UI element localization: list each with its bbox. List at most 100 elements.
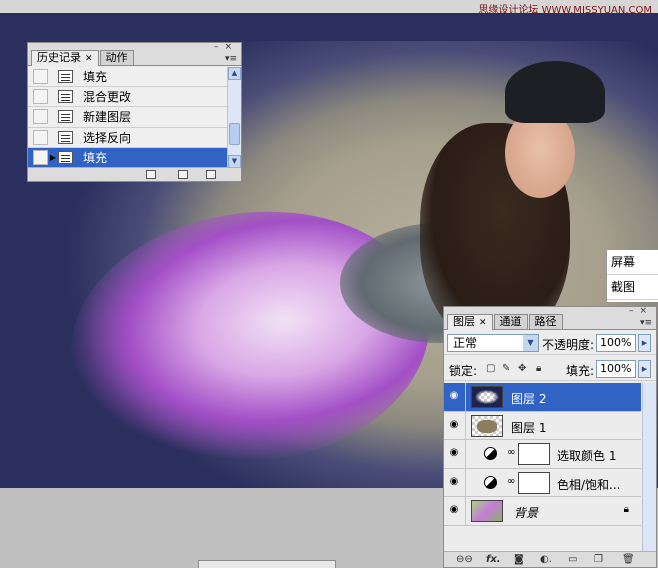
new-document-from-state-icon[interactable] — [146, 170, 156, 179]
lock-options-row: 锁定: ▢ ✎ ✥ 🔒︎ 填充: 100% ▶ — [444, 357, 656, 381]
new-adjustment-layer-icon[interactable]: ◐. — [540, 554, 552, 565]
layer-row[interactable]: ◉ 图层 2 — [444, 383, 641, 412]
layer-mask-thumbnail[interactable] — [518, 443, 550, 465]
tab-channels[interactable]: 通道 — [493, 314, 528, 329]
history-step-icon — [58, 150, 73, 164]
layer-name: 背景 — [514, 506, 539, 520]
eye-icon[interactable]: ◉ — [448, 391, 460, 401]
divider — [465, 383, 466, 411]
layer-name: 色相/饱和... — [557, 477, 621, 492]
lock-position-move-icon[interactable]: ✥ — [518, 363, 526, 374]
tab-paths[interactable]: 路径 — [528, 314, 563, 329]
history-item[interactable]: 新建图层 — [28, 107, 227, 128]
fill-input[interactable]: 100% — [596, 360, 636, 378]
layers-list: ◉ 图层 2 ◉ 图层 1 ◉ ∞ 选取颜色 1 ◉ ∞ 色相/饱和... ◉ … — [444, 383, 641, 551]
layer-row[interactable]: ◉ ∞ 选取颜色 1 — [444, 440, 641, 469]
history-item-selected[interactable]: ▶ 填充 — [28, 147, 227, 168]
layer-name: 图层 2 — [511, 392, 547, 406]
layer-name: 图层 1 — [511, 420, 547, 435]
history-item-label: 混合更改 — [83, 90, 132, 105]
lock-all-padlock-icon[interactable]: 🔒︎ — [536, 363, 541, 374]
adjustment-layer-icon — [484, 447, 497, 460]
link-layers-icon[interactable]: ⊖⊖ — [456, 554, 473, 565]
lock-icon: 🔒︎ — [623, 504, 629, 515]
history-item-label: 填充 — [83, 150, 108, 165]
opacity-input[interactable]: 100% — [596, 334, 636, 352]
history-state-arrow-icon: ▶ — [49, 152, 57, 162]
photo-hat — [505, 61, 605, 123]
history-step-icon — [58, 130, 73, 144]
tab-history[interactable]: 历史记录 ✕ — [31, 50, 99, 66]
layer-thumbnail — [471, 386, 503, 408]
fill-label: 填充: — [566, 364, 595, 378]
layer-name: 选取颜色 1 — [557, 449, 617, 463]
history-item[interactable]: 选择反向 — [28, 127, 227, 148]
history-brush-source-checkbox[interactable] — [33, 69, 48, 85]
layer-row[interactable]: ◉ 背景 🔒︎ — [444, 497, 641, 526]
tab-label: 通道 — [499, 315, 522, 328]
history-step-icon — [58, 90, 73, 104]
divider — [465, 411, 466, 439]
layer-row[interactable]: ◉ ∞ 色相/饱和... — [444, 468, 641, 497]
panel-menu-icon[interactable]: ▾≡ — [640, 318, 652, 328]
chain-link-icon[interactable]: ∞ — [507, 447, 515, 458]
tab-actions[interactable]: 动作 — [99, 50, 134, 65]
layer-mask-thumbnail[interactable] — [518, 471, 550, 494]
chevron-down-icon[interactable]: ▼ — [523, 335, 538, 351]
chain-link-icon[interactable]: ∞ — [507, 476, 515, 487]
lock-transparent-pixels-icon[interactable]: ▢ — [486, 363, 495, 374]
tab-label: 历史记录 — [37, 51, 81, 64]
lock-image-pixels-brush-icon[interactable]: ✎ — [502, 363, 510, 374]
eye-icon[interactable]: ◉ — [448, 505, 460, 515]
fx-icon[interactable]: fx. — [486, 554, 501, 565]
eye-icon[interactable]: ◉ — [448, 476, 460, 486]
bottom-toolbar-sliver — [198, 560, 336, 568]
divider — [465, 468, 466, 496]
tab-label: 图层 — [453, 315, 475, 328]
workspace: 思缘设计论坛 WWW.MISSYUAN.COM 屏幕 截图 –× 历史记录 ✕ 动… — [0, 0, 658, 568]
trash-icon[interactable]: 🗑︎ — [622, 554, 635, 565]
lock-label: 锁定: — [449, 364, 478, 378]
new-layer-icon[interactable]: ❐ — [594, 554, 603, 565]
history-item[interactable]: 混合更改 — [28, 87, 227, 108]
close-icon[interactable]: ✕ — [479, 318, 487, 328]
tab-layers[interactable]: 图层 ✕ — [447, 314, 493, 330]
side-panel-item[interactable]: 截图 — [607, 275, 658, 300]
layer-row[interactable]: ◉ 图层 1 — [444, 411, 641, 440]
tab-label: 路径 — [534, 315, 557, 328]
opacity-slider-arrow-icon[interactable]: ▶ — [638, 334, 651, 352]
trash-icon[interactable] — [206, 170, 216, 179]
scroll-thumb[interactable] — [229, 123, 240, 145]
history-tabs: 历史记录 ✕ 动作 ▾≡ — [28, 50, 241, 66]
snapshot-camera-icon[interactable] — [178, 170, 188, 179]
history-list: 填充 混合更改 新建图层 选择反向 ▶ 填充 — [28, 67, 227, 168]
history-brush-source-checkbox[interactable] — [33, 149, 48, 165]
history-item-label: 选择反向 — [83, 130, 132, 145]
add-mask-icon[interactable]: ◙ — [514, 554, 524, 565]
close-icon[interactable]: ✕ — [85, 54, 93, 64]
history-panel: –× 历史记录 ✕ 动作 ▾≡ 填充 混合更改 新建图层 选择反向 ▶ 填充 ▲… — [27, 42, 242, 182]
history-brush-source-checkbox[interactable] — [33, 89, 48, 105]
layers-footer: ⊖⊖ fx. ◙ ◐. ▭ ❐ 🗑︎ — [444, 551, 656, 567]
eye-icon[interactable]: ◉ — [448, 448, 460, 458]
layers-scrollbar[interactable] — [642, 383, 656, 551]
history-brush-source-checkbox[interactable] — [33, 109, 48, 125]
history-brush-source-checkbox[interactable] — [33, 129, 48, 145]
history-item-label: 填充 — [83, 70, 108, 85]
layer-thumbnail — [471, 500, 503, 522]
side-panel-item[interactable]: 屏幕 — [607, 250, 658, 275]
new-group-folder-icon[interactable]: ▭ — [568, 554, 577, 565]
history-step-icon — [58, 110, 73, 124]
panel-menu-icon[interactable]: ▾≡ — [225, 54, 237, 64]
history-step-icon — [58, 70, 73, 84]
history-item[interactable]: 填充 — [28, 67, 227, 88]
fill-slider-arrow-icon[interactable]: ▶ — [638, 360, 651, 378]
opacity-label: 不透明度: — [542, 338, 595, 352]
scroll-up-icon[interactable]: ▲ — [228, 67, 241, 80]
blend-mode-select[interactable]: 正常 ▼ — [447, 334, 539, 352]
blend-mode-value: 正常 — [453, 336, 478, 350]
eye-icon[interactable]: ◉ — [448, 419, 460, 429]
history-scrollbar[interactable]: ▲ ▼ — [227, 67, 241, 168]
history-footer — [28, 167, 241, 181]
divider — [465, 497, 466, 525]
